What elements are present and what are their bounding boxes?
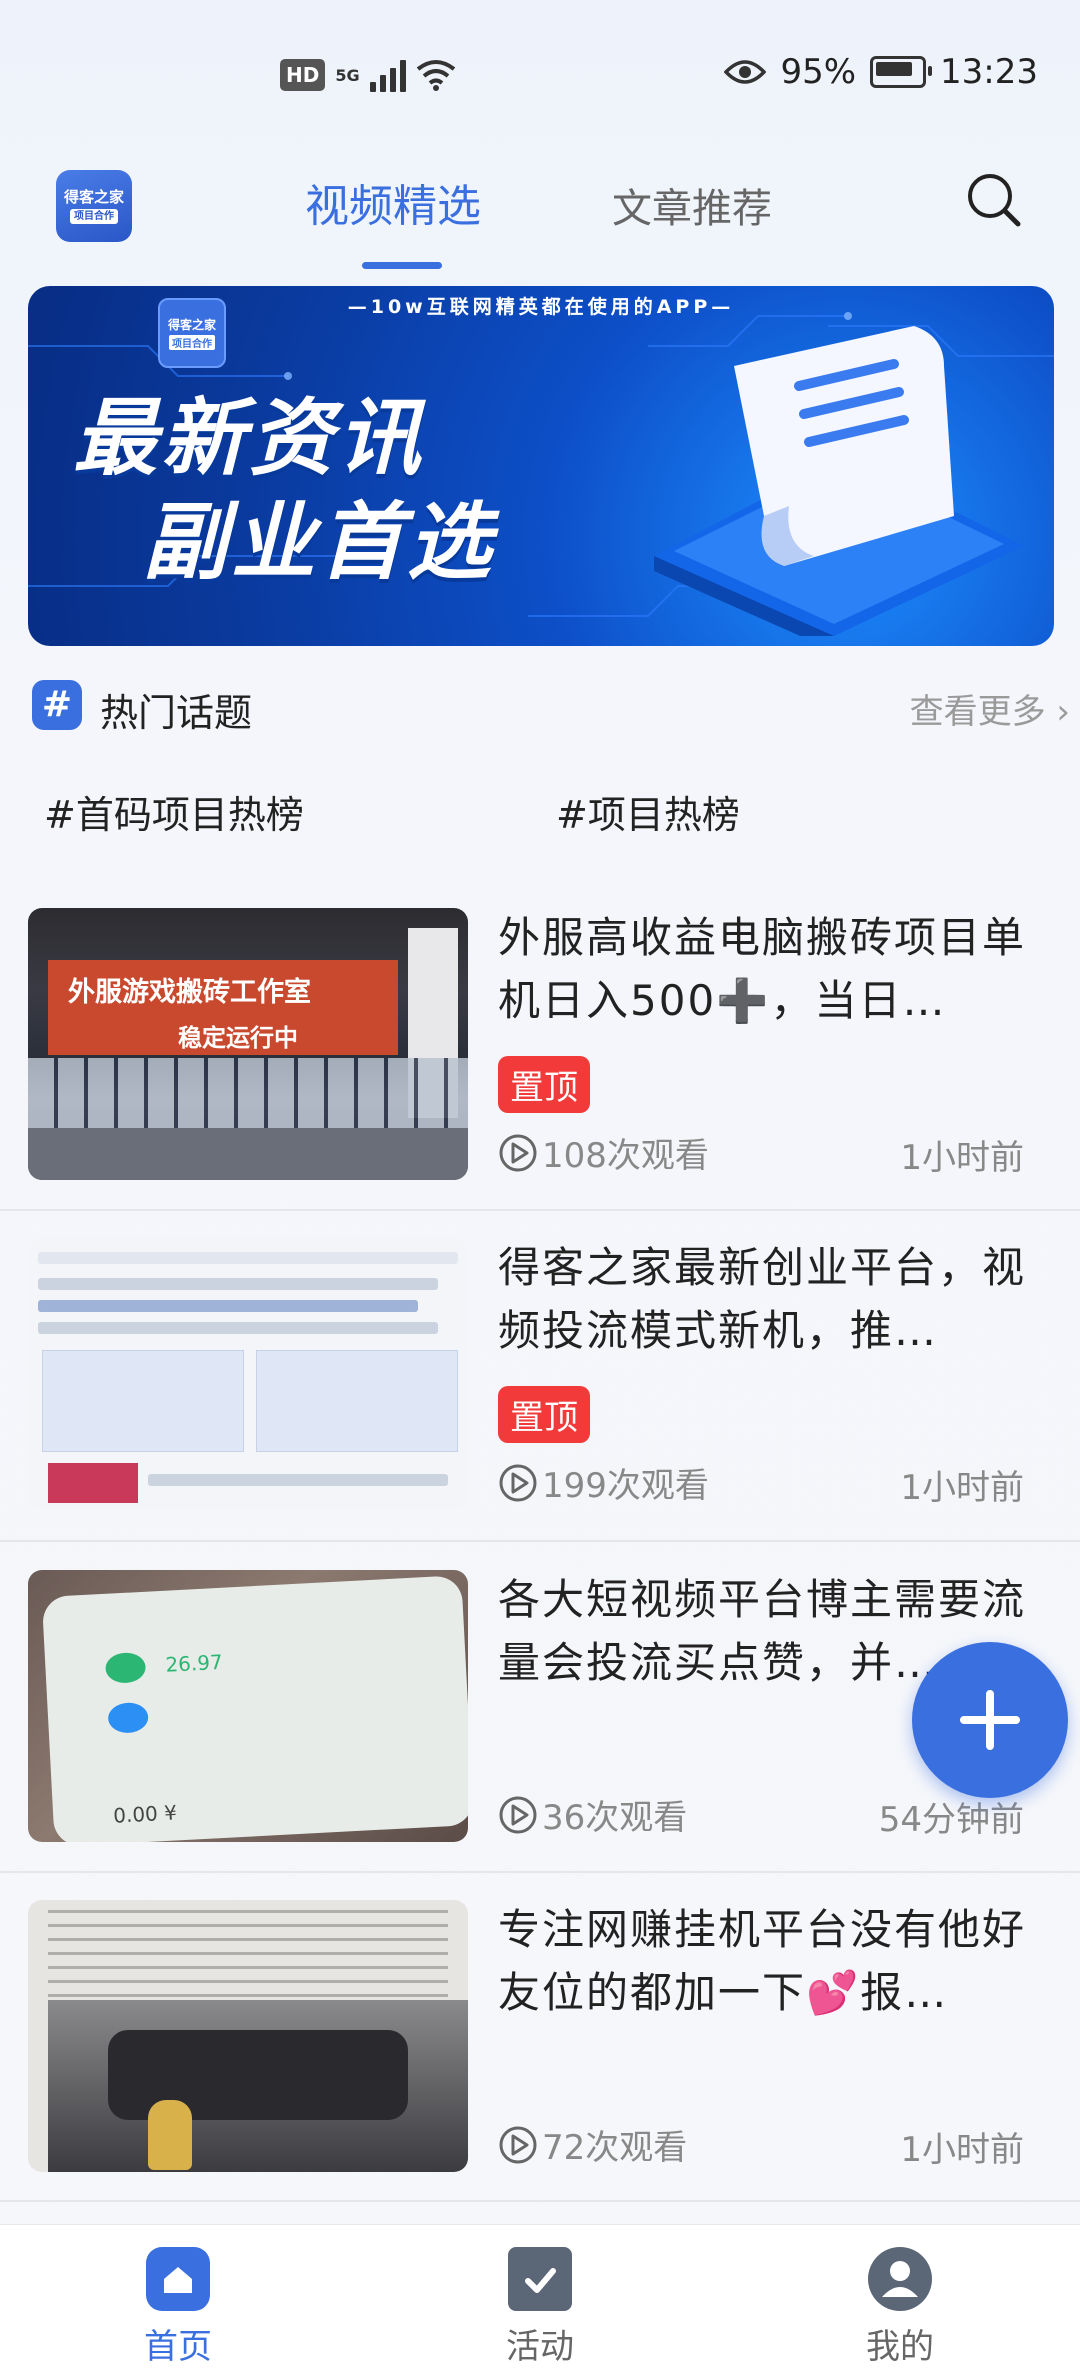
promo-banner[interactable]: —10w互联网精英都在使用的APP— 得客之家 项目合作 最新资讯 副业首选 <box>28 286 1054 646</box>
post-time: 1小时前 <box>900 1138 1024 1178</box>
thumb-blue-dot <box>107 1701 149 1734</box>
thumb-value: 26.97 <box>164 1649 224 1677</box>
view-count: 199次观看 <box>498 1458 709 1507</box>
thumb-red-block <box>48 1463 138 1503</box>
view-count-text: 199次观看 <box>542 1466 709 1506</box>
bottom-nav: 首页 活动 我的 <box>0 2224 1080 2377</box>
battery-icon <box>870 56 933 88</box>
nav-item-profile[interactable]: 我的 <box>800 2247 1000 2368</box>
thumb-line <box>38 1252 458 1264</box>
video-thumbnail[interactable] <box>28 1900 468 2172</box>
divider <box>0 1871 1080 1873</box>
thumb-card <box>256 1350 458 1452</box>
banner-logo-sub: 项目合作 <box>169 335 215 350</box>
video-title[interactable]: 外服高收益电脑搬砖项目单机日入500➕，当日… <box>498 906 1058 1032</box>
divider <box>0 2200 1080 2202</box>
tab-video-picks[interactable]: 视频精选 <box>305 170 481 234</box>
play-icon <box>499 1796 537 1833</box>
hot-topics-title: 热门话题 <box>100 691 253 735</box>
thumb-line <box>148 1474 448 1486</box>
profile-icon <box>868 2247 932 2311</box>
signal-icon <box>369 58 406 92</box>
feed-item[interactable]: 外服游戏搬砖工作室 稳定运行中 外服高收益电脑搬砖项目单机日入500➕，当日… … <box>0 908 1080 1238</box>
thumb-phone: 26.97 0.00 ¥ <box>41 1575 468 1842</box>
pinned-badge: 置顶 <box>498 1056 590 1113</box>
thumb-figure <box>148 2100 192 2170</box>
status-right: 95% 13:23 <box>724 52 1038 92</box>
search-icon[interactable] <box>964 170 1024 230</box>
network-type: 5G <box>335 65 360 85</box>
banner-logo: 得客之家 项目合作 <box>158 298 226 368</box>
post-time: 54分钟前 <box>878 1800 1024 1840</box>
view-count-text: 36次观看 <box>542 1798 688 1838</box>
hd-badge: HD <box>280 59 326 91</box>
wifi-icon <box>416 60 455 91</box>
nav-item-home[interactable]: 首页 <box>78 2247 278 2368</box>
view-count-text: 108次观看 <box>542 1136 709 1176</box>
banner-line2: 副业首选 <box>143 492 496 591</box>
view-count: 72次观看 <box>498 2120 687 2169</box>
nav-label: 我的 <box>866 2327 934 2367</box>
banner-headline: 最新资讯 副业首选 <box>73 386 495 594</box>
banner-logo-text: 得客之家 <box>167 318 216 332</box>
thumb-green-dot <box>104 1651 147 1684</box>
banner-line1: 最新资讯 <box>73 388 426 487</box>
view-count: 108次观看 <box>498 1128 709 1177</box>
tab-indicator <box>362 262 442 269</box>
pinned-badge: 置顶 <box>498 1386 590 1443</box>
post-time: 1小时前 <box>900 2130 1024 2170</box>
divider <box>0 1540 1080 1542</box>
app-logo-sub: 项目合作 <box>70 209 118 225</box>
divider <box>0 1209 1080 1211</box>
thumb-line <box>38 1278 438 1290</box>
home-icon <box>146 2247 210 2311</box>
add-post-button[interactable] <box>912 1642 1068 1798</box>
view-count: 36次观看 <box>498 1790 687 1839</box>
task-icon <box>508 2247 572 2311</box>
tab-article-recommend[interactable]: 文章推荐 <box>612 176 772 234</box>
video-title[interactable]: 专注网赚挂机平台没有他好友位的都加一下💕报… <box>498 1898 1058 2024</box>
hashtag-icon: # <box>32 680 82 730</box>
video-thumbnail[interactable]: 外服游戏搬砖工作室 稳定运行中 <box>28 908 468 1180</box>
video-thumbnail[interactable]: 26.97 0.00 ¥ <box>28 1570 468 1842</box>
topic-tag[interactable]: #项目热榜 <box>556 784 740 839</box>
thumb-caption: 外服游戏搬砖工作室 <box>68 977 311 1008</box>
view-count-text: 72次观看 <box>542 2128 688 2168</box>
thumb-text-lines <box>48 1910 448 2000</box>
play-icon <box>499 1134 537 1171</box>
nav-item-activity[interactable]: 活动 <box>440 2247 640 2368</box>
thumb-card <box>42 1350 244 1452</box>
video-thumbnail[interactable] <box>28 1238 468 1510</box>
thumb-line <box>38 1322 438 1334</box>
status-left: HD 5G <box>280 58 456 92</box>
thumb-floor <box>28 1128 468 1180</box>
eye-icon <box>724 60 767 84</box>
topic-tag[interactable]: #首码项目热榜 <box>44 784 304 839</box>
post-time: 1小时前 <box>900 1468 1024 1508</box>
video-title[interactable]: 得客之家最新创业平台，视频投流模式新机，推… <box>498 1236 1058 1362</box>
play-icon <box>499 1464 537 1501</box>
feed-item[interactable]: 得客之家最新创业平台，视频投流模式新机，推… 置顶 199次观看 1小时前 <box>0 1238 1080 1568</box>
thumb-caption: 稳定运行中 <box>178 1024 298 1052</box>
thumb-value: 0.00 ¥ <box>112 1800 178 1828</box>
feed-item[interactable]: 专注网赚挂机平台没有他好友位的都加一下💕报… 72次观看 1小时前 <box>0 1900 1080 2230</box>
thumb-line <box>38 1300 418 1312</box>
view-more-link[interactable]: 查看更多 › <box>910 684 1070 733</box>
app-logo-text: 得客之家 <box>63 187 124 206</box>
app-logo: 得客之家 项目合作 <box>56 170 132 242</box>
clock: 13:23 <box>940 52 1038 92</box>
battery-percent: 95% <box>780 52 857 92</box>
play-icon <box>499 2126 537 2163</box>
nav-label: 活动 <box>506 2327 574 2367</box>
document-illustration <box>654 326 1024 636</box>
nav-label: 首页 <box>144 2327 212 2367</box>
status-bar: HD 5G 95% 13:23 <box>0 0 1080 150</box>
